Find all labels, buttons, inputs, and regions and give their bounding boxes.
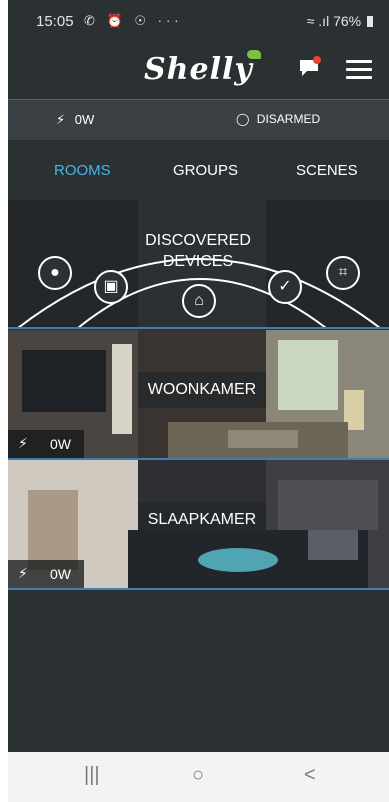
leaf-icon [246, 50, 261, 59]
notification-icons: ✆ ⏰ ☉ ··· [84, 13, 183, 29]
shelly-logo: Shelly [144, 50, 261, 87]
room-power-value: 0W [50, 436, 71, 452]
room-card-slaapkamer[interactable]: SLAAPKAMER ⚡︎ 0W [8, 460, 389, 588]
room-card-woonkamer[interactable]: WOONKAMER ⚡︎ 0W [8, 330, 389, 458]
whatsapp-icon: ✆ [84, 13, 99, 28]
tab-scenes[interactable]: SCENES [296, 162, 358, 179]
podcast-icon: ☉ [134, 13, 150, 28]
home-icon: ⌂ [182, 284, 216, 318]
discovered-title-line2: DEVICES [162, 253, 234, 270]
room-power: ⚡︎ 0W [8, 430, 84, 458]
back-button[interactable]: < [304, 764, 316, 787]
hamburger-icon [346, 60, 372, 63]
discovered-title-line1: DISCOVERED [145, 232, 251, 249]
battery-percent: 76% [333, 13, 362, 29]
network-icon: ⌗ [326, 256, 360, 290]
hamburger-line [346, 76, 372, 79]
room-power: ⚡︎ 0W [8, 560, 84, 588]
logo-text: Shelly [144, 52, 253, 87]
recent-apps-button[interactable]: ||| [84, 764, 100, 787]
notifications-button[interactable] [298, 56, 322, 82]
discovered-devices-title: DISCOVERED DEVICES [128, 230, 268, 272]
notification-dot [313, 56, 321, 64]
bolt-icon: ⚡︎ [18, 565, 28, 581]
app-header: Shelly [8, 44, 389, 98]
signal-icon: .ıl [318, 13, 330, 29]
bolt-icon: ⚡︎ [56, 112, 66, 127]
tab-groups[interactable]: GROUPS [173, 162, 238, 179]
security-status-label: DISARMED [256, 112, 321, 126]
home-button[interactable]: ○ [192, 764, 204, 787]
menu-button[interactable] [346, 58, 372, 80]
bolt-icon: ⚡︎ [18, 435, 28, 451]
status-bar: 15:05 ✆ ⏰ ☉ ··· ≈ .ıl 76% [8, 0, 389, 44]
tab-bar: ROOMS GROUPS SCENES [8, 140, 389, 200]
room-name: WOONKAMER [138, 372, 266, 408]
hamburger-line [346, 68, 372, 71]
bulb-icon: ● [38, 256, 72, 290]
summary-bar: ⚡︎ 0W ◯ DISARMED [8, 99, 389, 141]
room-power-value: 0W [50, 566, 71, 582]
total-power-value: 0W [74, 112, 95, 127]
status-time: 15:05 [36, 13, 74, 30]
connector-icon: ✓ [268, 270, 302, 304]
more-icon: ··· [157, 13, 183, 28]
status-right: ≈ .ıl 76% [307, 13, 373, 29]
room-divider [8, 588, 389, 590]
plug-icon: ▣ [94, 270, 128, 304]
security-status[interactable]: ◯ DISARMED [236, 112, 320, 126]
battery-icon [367, 16, 373, 27]
wifi-icon: ≈ [306, 13, 315, 29]
total-power: ⚡︎ 0W [56, 112, 94, 128]
discovered-devices-panel[interactable]: DISCOVERED DEVICES ● ▣ ⌂ ✓ ⌗ [8, 200, 389, 328]
room-name: SLAAPKAMER [138, 502, 266, 538]
app-screen: 15:05 ✆ ⏰ ☉ ··· ≈ .ıl 76% Shelly ⚡︎ 0W ◯… [8, 0, 389, 752]
system-nav-bar: ||| ○ < [8, 752, 389, 802]
tab-rooms[interactable]: ROOMS [54, 162, 111, 179]
shield-icon: ◯ [236, 112, 250, 126]
alarm-icon: ⏰ [106, 13, 127, 28]
section-divider [8, 327, 389, 329]
